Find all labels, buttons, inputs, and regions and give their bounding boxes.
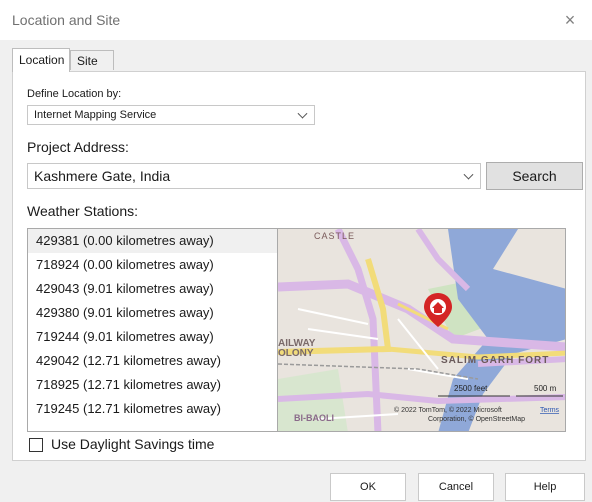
define-location-value: Internet Mapping Service [34,109,157,121]
list-item[interactable]: 429043 (9.01 kilometres away) [28,277,280,301]
map-label-colony: OLONY [278,348,314,359]
daylight-savings-checkbox[interactable] [29,438,43,452]
list-item[interactable]: 429381 (0.00 kilometres away) [28,229,280,253]
location-panel: Define Location by: Internet Mapping Ser… [12,71,586,461]
cancel-button[interactable]: Cancel [418,473,494,501]
list-item[interactable]: 429042 (12.71 kilometres away) [28,349,280,373]
list-item[interactable]: 719245 (12.71 kilometres away) [28,397,280,421]
daylight-savings-label[interactable]: Use Daylight Savings time [51,436,214,452]
list-item[interactable]: 429380 (9.01 kilometres away) [28,301,280,325]
location-map[interactable]: CASTLE AILWAY OLONY SALIM GARH FORT BI-B… [277,228,566,432]
map-copyright-osm: Corporation, © OpenStreetMap [428,415,525,423]
map-label-castle: CASTLE [314,231,355,241]
map-canvas: CASTLE AILWAY OLONY SALIM GARH FORT BI-B… [278,229,565,431]
chevron-down-icon [463,169,474,180]
map-label-fort: SALIM GARH FORT [441,355,549,366]
list-item[interactable]: 719244 (9.01 kilometres away) [28,325,280,349]
help-button[interactable]: Help [505,473,585,501]
project-address-value: Kashmere Gate, India [34,168,171,184]
project-address-label: Project Address: [27,139,129,155]
chevron-down-icon [297,108,308,119]
define-location-select[interactable]: Internet Mapping Service [27,105,315,125]
define-location-label: Define Location by: [27,88,122,100]
search-button[interactable]: Search [486,162,583,190]
window-title: Location and Site [12,12,121,28]
map-label-baoli: BI-BAOLI [294,413,334,423]
map-scale-meters: 500 m [534,384,557,393]
list-item[interactable]: 718925 (12.71 kilometres away) [28,373,280,397]
project-address-combo[interactable]: Kashmere Gate, India [27,163,481,189]
list-item[interactable]: 718924 (0.00 kilometres away) [28,253,280,277]
map-terms-link[interactable]: Terms [540,407,560,414]
tab-location[interactable]: Location [12,48,70,72]
close-icon[interactable]: × [558,8,582,32]
ok-button[interactable]: OK [330,473,406,501]
tab-site[interactable]: Site [70,50,114,70]
map-copyright: © 2022 TomTom, © 2022 Microsoft [394,406,502,414]
weather-stations-label: Weather Stations: [27,203,139,219]
weather-stations-list[interactable]: 429381 (0.00 kilometres away) 718924 (0.… [27,228,281,432]
title-bar: Location and Site × [0,0,592,40]
map-scale-feet: 2500 feet [454,384,488,393]
